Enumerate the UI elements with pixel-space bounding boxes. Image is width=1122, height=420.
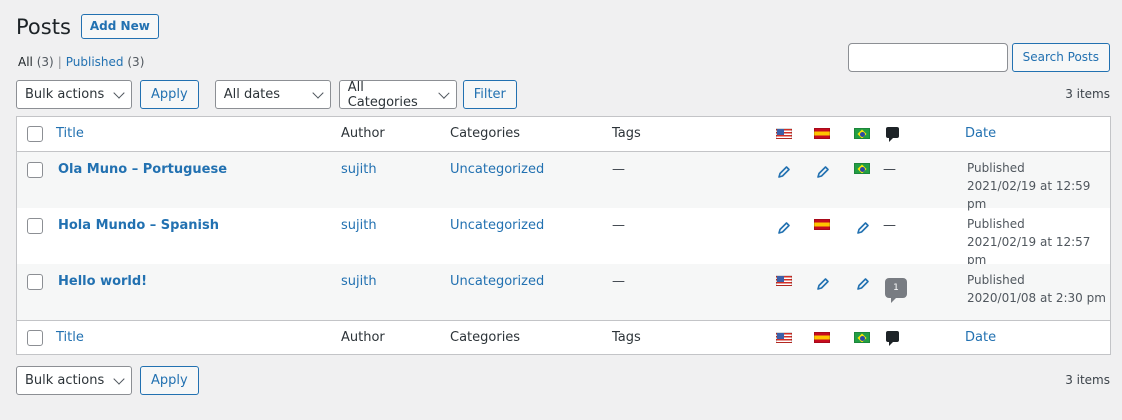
comment-count-badge[interactable]: 1 — [885, 278, 907, 303]
post-date: Published 2020/01/08 at 2:30 pm — [967, 271, 1106, 307]
post-category-link[interactable]: Uncategorized — [450, 218, 544, 233]
post-title-link[interactable]: Hello world! — [58, 274, 147, 289]
post-title-link[interactable]: Ola Muno – Portuguese — [58, 162, 227, 177]
top-tablenav: Bulk actions Apply All dates All Categor… — [16, 79, 517, 110]
table-row: Hola Mundo – Spanish sujith Uncategorize… — [17, 208, 1110, 267]
column-date-sort[interactable]: Date — [965, 126, 996, 141]
flag-br-icon — [854, 332, 870, 343]
bulk-actions-value: Bulk actions — [25, 373, 105, 388]
post-tags: — — [612, 162, 625, 177]
row-checkbox[interactable] — [27, 218, 43, 234]
post-tags: — — [612, 274, 625, 289]
apply-button-bottom[interactable]: Apply — [140, 366, 199, 395]
post-author-link[interactable]: sujith — [341, 274, 377, 289]
dates-filter-select[interactable]: All dates — [214, 80, 331, 109]
chevron-down-icon — [312, 86, 324, 99]
pencil-icon[interactable] — [856, 221, 870, 235]
chevron-down-icon — [113, 372, 125, 385]
post-category-link[interactable]: Uncategorized — [450, 162, 544, 177]
column-categories: Categories — [450, 330, 521, 345]
column-date-sort[interactable]: Date — [965, 330, 996, 345]
post-datetime: 2020/01/08 at 2:30 pm — [967, 291, 1106, 305]
bulk-actions-value: Bulk actions — [25, 87, 105, 102]
table-row: Hello world! sujith Uncategorized — 1 Pu… — [17, 264, 1110, 320]
flag-us-icon — [776, 128, 792, 139]
flag-us-icon[interactable] — [776, 275, 792, 286]
dates-filter-value: All dates — [223, 87, 281, 102]
column-tags: Tags — [612, 126, 641, 141]
flag-br-icon — [854, 128, 870, 139]
column-title-sort[interactable]: Title — [56, 330, 84, 345]
post-author-link[interactable]: sujith — [341, 218, 377, 233]
row-checkbox[interactable] — [27, 162, 43, 178]
posts-table: Title Author Categories Tags Date Ola Mu… — [16, 116, 1111, 355]
chevron-down-icon — [113, 86, 125, 99]
pencil-icon[interactable] — [777, 221, 791, 235]
row-checkbox[interactable] — [27, 274, 43, 290]
page-header: Posts Add New — [16, 14, 159, 39]
pencil-icon[interactable] — [816, 277, 830, 291]
view-all-label: All — [18, 55, 33, 69]
post-status: Published — [967, 217, 1025, 231]
flag-es-icon — [814, 128, 830, 139]
flag-br-icon[interactable] — [854, 163, 870, 174]
column-tags: Tags — [612, 330, 641, 345]
bulk-actions-select[interactable]: Bulk actions — [16, 80, 132, 109]
categories-filter-value: All Categories — [347, 79, 418, 110]
apply-button[interactable]: Apply — [140, 80, 199, 109]
filter-button[interactable]: Filter — [462, 80, 517, 109]
search-input[interactable] — [847, 43, 1008, 72]
table-row: Ola Muno – Portuguese sujith Uncategoriz… — [17, 152, 1110, 211]
items-count-bottom: 3 items — [1065, 373, 1110, 387]
search-posts-button[interactable]: Search Posts — [1011, 43, 1110, 72]
post-status-views: All (3) | Published (3) — [18, 55, 144, 69]
post-date: Published 2021/02/19 at 12:57 pm — [967, 215, 1110, 269]
post-date: Published 2021/02/19 at 12:59 pm — [967, 159, 1110, 213]
post-tags: — — [612, 218, 625, 233]
post-author-link[interactable]: sujith — [341, 162, 377, 177]
table-header-row: Title Author Categories Tags Date — [17, 117, 1110, 152]
flag-es-icon[interactable] — [814, 219, 830, 230]
bulk-actions-select-bottom[interactable]: Bulk actions — [16, 366, 132, 395]
comments-icon — [886, 127, 899, 142]
flag-us-icon — [776, 332, 792, 343]
select-all-checkbox[interactable] — [27, 330, 43, 346]
pencil-icon[interactable] — [856, 277, 870, 291]
chevron-down-icon — [438, 87, 450, 98]
view-published-count: (3) — [127, 55, 145, 69]
search-box: Search Posts — [847, 43, 1110, 72]
pencil-icon[interactable] — [777, 165, 791, 179]
post-status: Published — [967, 161, 1025, 175]
column-author: Author — [341, 330, 385, 345]
views-separator: | — [57, 55, 62, 69]
view-published-label: Published — [65, 55, 124, 69]
page-title: Posts — [16, 14, 71, 39]
categories-filter-select[interactable]: All Categories — [338, 79, 457, 110]
column-categories: Categories — [450, 126, 521, 141]
comments-icon — [886, 331, 899, 346]
view-all-count: (3) — [36, 55, 54, 69]
view-all-link[interactable]: All (3) — [18, 55, 54, 69]
pencil-icon[interactable] — [816, 165, 830, 179]
select-all-checkbox[interactable] — [27, 126, 43, 142]
table-footer-row: Title Author Categories Tags Date — [17, 320, 1110, 355]
add-new-button[interactable]: Add New — [80, 14, 159, 39]
post-category-link[interactable]: Uncategorized — [450, 274, 544, 289]
post-comments: — — [883, 162, 896, 177]
column-title-sort[interactable]: Title — [56, 126, 84, 141]
bottom-tablenav: Bulk actions Apply — [16, 366, 199, 395]
column-author: Author — [341, 126, 385, 141]
post-title-link[interactable]: Hola Mundo – Spanish — [58, 218, 219, 233]
post-comments: — — [883, 218, 896, 233]
items-count: 3 items — [1065, 87, 1110, 101]
post-status: Published — [967, 273, 1025, 287]
view-published-link[interactable]: Published (3) — [66, 55, 145, 69]
flag-es-icon — [814, 332, 830, 343]
